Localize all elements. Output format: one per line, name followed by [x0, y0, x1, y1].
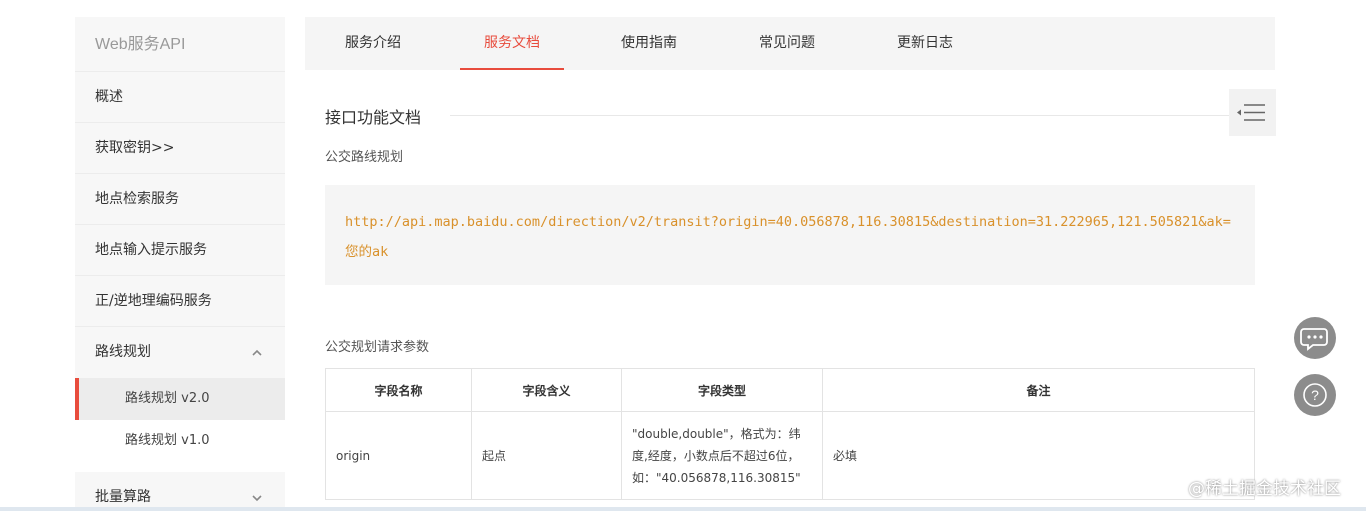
tab-service-docs[interactable]: 服务文档 — [460, 17, 564, 70]
sidebar-item-place-search[interactable]: 地点检索服务 — [75, 174, 285, 225]
sidebar-nav: Web服务API 概述 获取密钥>> 地点检索服务 地点输入提示服务 正/逆地理… — [75, 17, 285, 511]
section-divider — [450, 115, 1230, 116]
sidebar-item-batch-routing[interactable]: 批量算路 — [75, 472, 285, 511]
chevron-up-icon — [251, 327, 263, 378]
help-button[interactable]: ? — [1294, 374, 1336, 416]
tab-faq[interactable]: 常见问题 — [737, 17, 837, 70]
sidebar-divider — [75, 462, 285, 472]
sidebar-subitem-route-v2[interactable]: 路线规划 v2.0 — [75, 378, 285, 420]
sidebar-item-overview[interactable]: 概述 — [75, 72, 285, 123]
params-table: 字段名称 字段含义 字段类型 备注 origin 起点 "double,doub… — [325, 368, 1255, 500]
chat-button[interactable] — [1294, 317, 1336, 359]
table-row: origin 起点 "double,double"，格式为：纬度,经度，小数点后… — [325, 411, 1255, 500]
menu-list-icon — [1237, 104, 1265, 121]
sidebar-subitem-route-v1[interactable]: 路线规划 v1.0 — [75, 420, 285, 462]
chevron-down-icon — [251, 472, 263, 511]
column-header: 字段类型 — [621, 368, 823, 412]
tab-usage-guide[interactable]: 使用指南 — [599, 17, 699, 70]
sidebar-item-get-key[interactable]: 获取密钥>> — [75, 123, 285, 174]
column-header: 字段含义 — [471, 368, 622, 412]
table-header-row: 字段名称 字段含义 字段类型 备注 — [325, 368, 1255, 412]
chat-icon — [1300, 328, 1328, 351]
window-bottom-edge — [0, 507, 1366, 511]
table-cell: "double,double"，格式为：纬度,经度，小数点后不超过6位，如："4… — [621, 411, 823, 500]
column-header: 备注 — [822, 368, 1255, 412]
toc-toggle-button[interactable] — [1229, 89, 1276, 136]
svg-text:?: ? — [1311, 387, 1319, 403]
sidebar-title: Web服务API — [75, 17, 285, 72]
column-header: 字段名称 — [325, 368, 472, 412]
sidebar-item-label: 批量算路 — [95, 489, 151, 505]
section-title: 接口功能文档 — [325, 108, 422, 127]
sidebar-item-label: 地点输入提示服务 — [95, 242, 207, 258]
table-cell: origin — [325, 411, 472, 500]
tab-bar: 服务介绍 服务文档 使用指南 常见问题 更新日志 — [305, 17, 1275, 70]
tab-service-intro[interactable]: 服务介绍 — [323, 17, 423, 70]
watermark: @稀土掘金技术社区 — [1188, 479, 1341, 499]
sidebar-item-route-planning[interactable]: 路线规划 — [75, 327, 285, 378]
sidebar-item-label: 地点检索服务 — [95, 191, 179, 207]
help-icon: ? — [1303, 383, 1327, 407]
table-cell: 起点 — [471, 411, 622, 500]
code-block: http://api.map.baidu.com/direction/v2/tr… — [325, 185, 1255, 285]
subsection-title: 公交路线规划 — [325, 150, 404, 165]
tab-changelog[interactable]: 更新日志 — [875, 17, 975, 70]
api-url: http://api.map.baidu.com/direction/v2/tr… — [345, 214, 1231, 260]
sidebar-item-label: 概述 — [95, 89, 123, 105]
sidebar-subitem-label: 路线规划 v1.0 — [125, 433, 210, 448]
sidebar-subitem-label: 路线规划 v2.0 — [125, 391, 210, 406]
params-title: 公交规划请求参数 — [325, 340, 430, 355]
sidebar-item-place-suggestion[interactable]: 地点输入提示服务 — [75, 225, 285, 276]
sidebar-item-label: 路线规划 — [95, 344, 151, 360]
sidebar-item-geocoding[interactable]: 正/逆地理编码服务 — [75, 276, 285, 327]
sidebar-item-label: 正/逆地理编码服务 — [95, 293, 212, 309]
sidebar-item-label: 获取密钥>> — [95, 140, 175, 156]
